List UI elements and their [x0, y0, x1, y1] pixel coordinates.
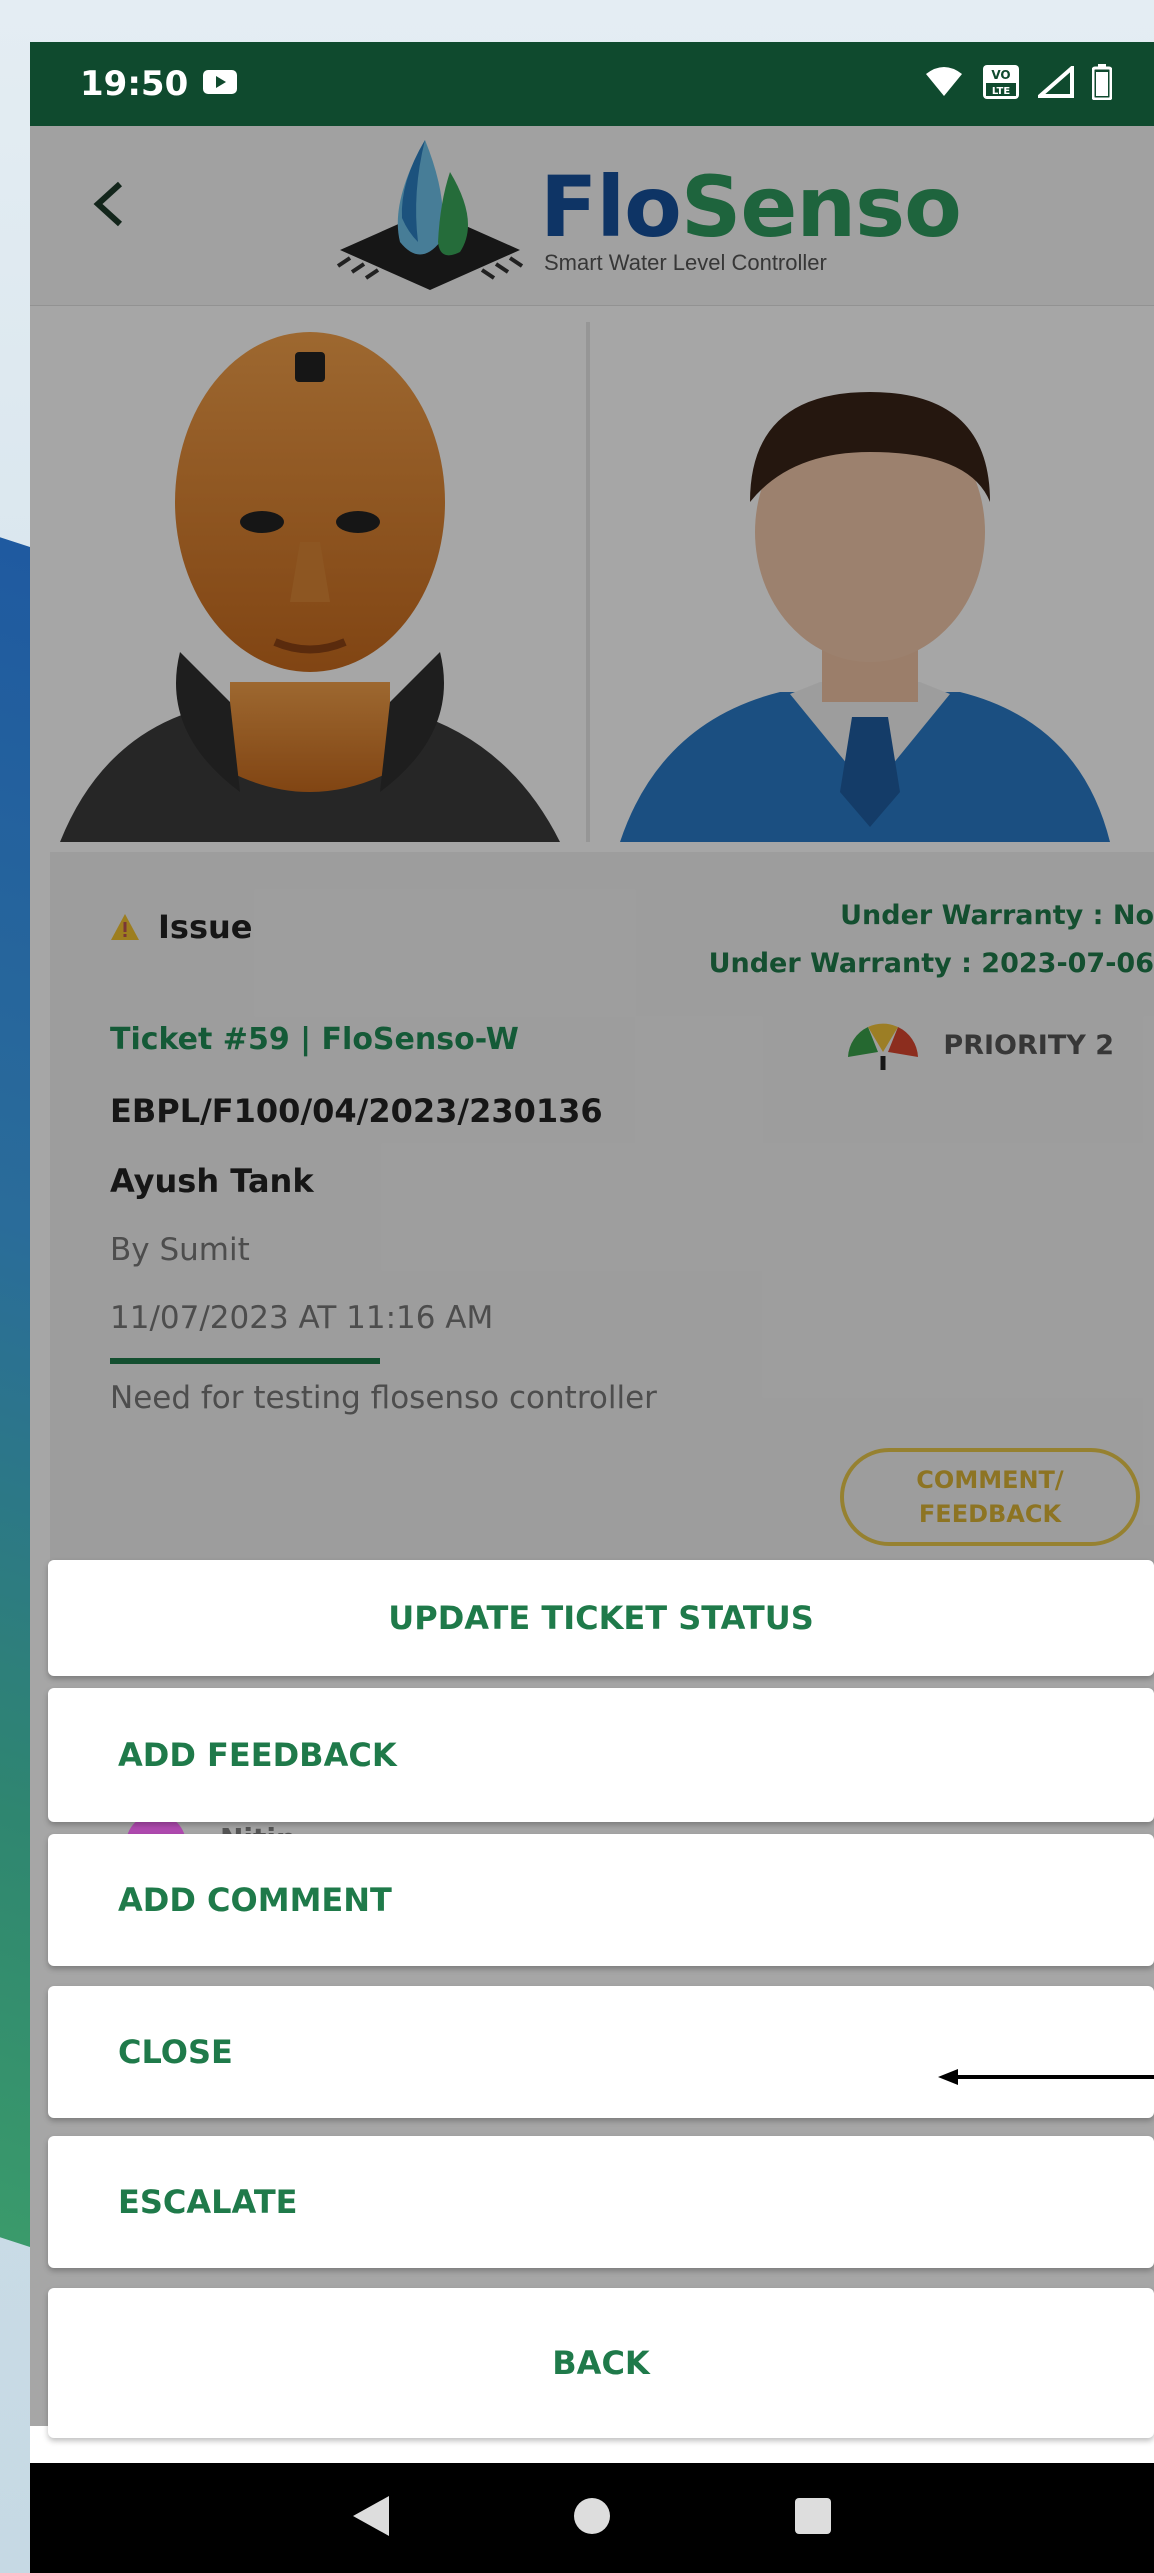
status-time: 19:50	[80, 64, 189, 104]
back-button[interactable]: BACK	[48, 2288, 1154, 2438]
phone-screen: 19:50 VO LTE FloSenso Smart Water Level …	[30, 42, 1154, 2573]
recents-square-icon[interactable]	[793, 2496, 833, 2540]
back-triangle-icon[interactable]	[351, 2494, 391, 2542]
volte-lte-icon: VO LTE	[982, 64, 1020, 104]
status-right: VO LTE	[924, 63, 1113, 104]
media-icon	[202, 68, 238, 100]
system-nav-bar	[30, 2463, 1154, 2573]
volte-bottom-text: LTE	[992, 86, 1011, 97]
close-ticket-button[interactable]: CLOSE	[48, 1986, 1154, 2118]
home-circle-icon[interactable]	[572, 2496, 612, 2540]
status-bar: 19:50 VO LTE	[30, 42, 1154, 126]
signal-icon	[1034, 63, 1074, 102]
status-left: 19:50	[80, 64, 238, 104]
add-comment-button[interactable]: ADD COMMENT	[48, 1834, 1154, 1966]
escalate-button[interactable]: ESCALATE	[48, 2136, 1154, 2268]
wifi-icon	[924, 66, 964, 102]
annotation-arrow-icon	[938, 2069, 1154, 2085]
update-ticket-status-title: UPDATE TICKET STATUS	[48, 1560, 1154, 1676]
volte-top-text: VO	[991, 68, 1010, 82]
add-feedback-button[interactable]: ADD FEEDBACK	[48, 1688, 1154, 1822]
battery-icon	[1091, 64, 1113, 104]
